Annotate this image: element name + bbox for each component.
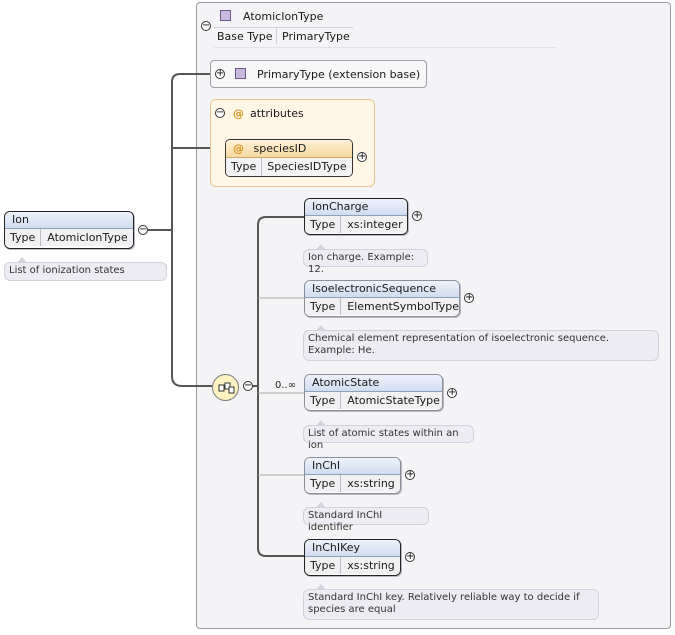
element-type-value: ElementSymbolType [347,300,460,313]
element-name: Ion [5,212,133,229]
element-name: InChIKey [305,540,400,557]
element-type-row: Type xs:integer [305,216,407,233]
collapse-sequence-toggle[interactable]: − [243,381,253,391]
expand-attribute-toggle[interactable]: + [357,152,367,162]
element-type-label: Type [305,216,342,233]
root-element-ion[interactable]: Ion Type AtomicIonType [4,211,134,249]
attribute-type-row: Type SpeciesIDType [226,158,352,176]
attribute-at-icon: @ [233,142,244,155]
collapse-attributes-toggle[interactable]: − [215,108,225,118]
header-bottom-divider [214,47,556,48]
expand-inchikey-toggle[interactable]: + [405,552,415,562]
expand-extension-toggle[interactable]: + [215,69,225,79]
element-inchi[interactable]: InChI Type xs:string [304,457,401,494]
element-inchikey[interactable]: InChIKey Type xs:string [304,539,401,576]
element-type-value: xs:string [347,559,395,572]
expand-isoelectronicsequence-toggle[interactable]: + [464,293,474,303]
attribute-speciesid[interactable]: @ speciesID Type SpeciesIDType [225,139,353,177]
sequence-compositor[interactable] [212,374,239,401]
element-type-value: xs:integer [347,218,403,231]
element-name: IonCharge [305,199,407,216]
element-type-label: Type [305,392,342,409]
element-type-row: Type AtomicStateType [305,392,442,409]
element-type-row: Type ElementSymbolType [305,298,459,315]
element-type-label: Type [305,298,342,315]
header-divider [214,27,353,28]
expand-ioncharge-toggle[interactable]: + [412,211,422,221]
complex-type-icon [235,68,246,79]
inchikey-documentation: Standard InChI key. Relatively reliable … [303,584,599,620]
element-type-row: Type xs:string [305,475,400,492]
element-type-row: Type AtomicIonType [5,229,133,246]
element-atomicstate[interactable]: AtomicState Type AtomicStateType [304,374,443,411]
element-ioncharge[interactable]: IonCharge Type xs:integer [304,198,408,235]
element-type-label: Type [5,229,42,246]
sequence-icon [218,382,235,394]
inchi-documentation: Standard InChI identifier [303,502,429,533]
ioncharge-documentation: Ion charge. Example: 12. [303,244,428,275]
complex-type-icon [220,10,231,21]
sequence-cardinality: 0..∞ [275,380,297,391]
base-type-label: Base Type [217,30,273,43]
element-type-label: Type [305,557,342,574]
element-name: IsoelectronicSequence [305,281,459,298]
isoelectronicsequence-documentation: Chemical element representation of isoel… [303,325,659,361]
element-isoelectronicsequence[interactable]: IsoelectronicSequence Type ElementSymbol… [304,280,460,317]
attribute-name-row: @ speciesID [226,140,352,158]
attribute-at-icon: @ [233,107,244,120]
element-type-value: xs:string [347,477,395,490]
element-type-value: AtomicStateType [347,394,440,407]
element-name: InChI [305,458,400,475]
attribute-name: speciesID [253,142,307,155]
collapse-root-toggle[interactable]: − [138,225,148,235]
attributes-label: attributes [250,107,304,120]
attribute-type-value: SpeciesIDType [267,160,347,173]
base-type-value: PrimaryType [282,30,350,43]
attribute-type-label: Type [226,158,263,176]
extension-base-label: PrimaryType (extension base) [257,68,421,81]
collapse-complex-type-toggle[interactable]: − [201,21,211,31]
expand-inchi-toggle[interactable]: + [405,470,415,480]
atomicstate-documentation: List of atomic states within an ion [303,420,474,451]
base-type-divider [276,28,277,44]
root-documentation: List of ionization states [4,257,167,281]
element-type-row: Type xs:string [305,557,400,574]
element-type-value: AtomicIonType [47,231,128,244]
element-type-label: Type [305,475,342,492]
complex-type-name: AtomicIonType [243,10,324,23]
element-name: AtomicState [305,375,442,392]
expand-atomicstate-toggle[interactable]: + [447,388,457,398]
